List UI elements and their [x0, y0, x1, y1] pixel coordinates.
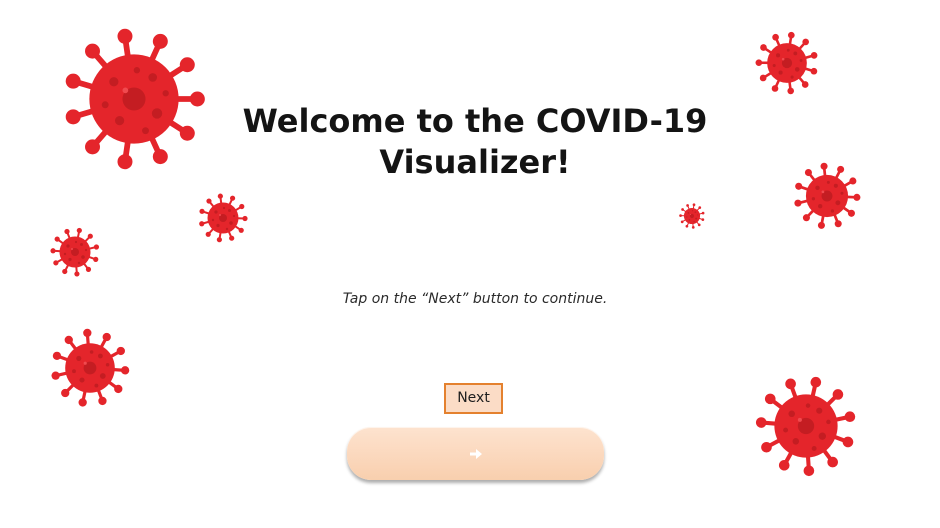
- arrow-right-icon: [469, 448, 482, 459]
- instruction-text: Tap on the “Next” button to continue.: [342, 291, 608, 307]
- page-title: Welcome to the COVID-19 Visualizer!: [242, 102, 708, 181]
- virus-icon: [51, 328, 130, 407]
- virus-icon: [755, 31, 818, 95]
- welcome-screen: Welcome to the COVID-19 Visualizer! Tap …: [0, 0, 940, 528]
- next-button[interactable]: [347, 427, 604, 480]
- virus-icon: [794, 162, 861, 229]
- virus-icon: [679, 203, 705, 229]
- virus-icon: [50, 227, 100, 277]
- virus-icon: [755, 376, 856, 477]
- virus-icon: [199, 193, 248, 243]
- next-label: Next: [444, 383, 503, 414]
- virus-icon: [65, 28, 205, 170]
